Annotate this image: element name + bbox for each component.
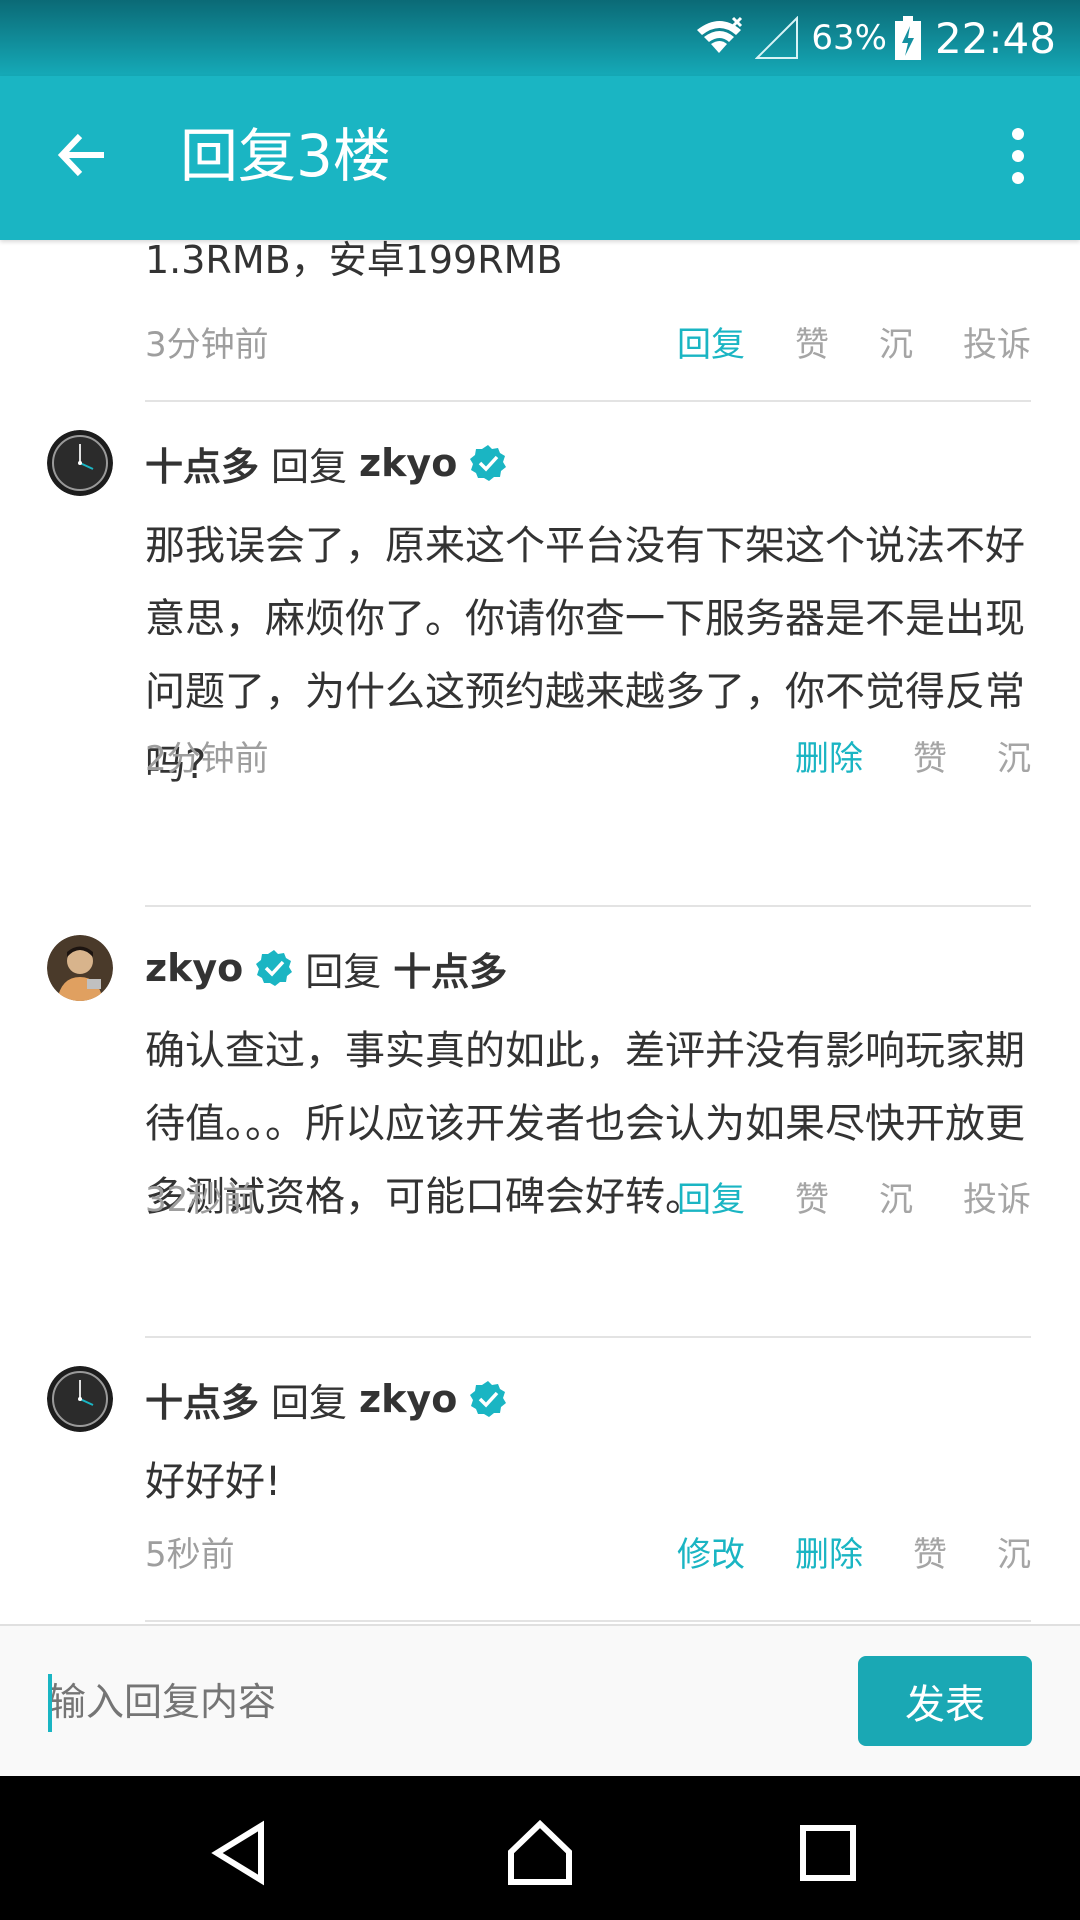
divider [145,400,1031,402]
system-nav-bar [0,1776,1080,1920]
comment-time: 3分钟前 [145,324,269,365]
sink-button[interactable]: 沉 [879,317,913,366]
app-bar: 回复3楼 [0,76,1080,240]
nav-recents-icon[interactable] [793,1818,863,1888]
verified-check-icon [470,1381,507,1417]
status-bar: 63% 22:48 [0,0,1080,76]
username[interactable]: zkyo [145,946,243,990]
reply-thread: 1.3RMB，安卓199RMB 3分钟前 回复 赞 沉 投诉 十点多 回复 zk… [0,240,1080,1624]
avatar[interactable] [47,935,113,1001]
comment-header: zkyo 回复 十点多 [145,935,507,1001]
verified-check-icon [470,445,507,481]
battery-charging-icon [894,16,921,60]
comment-time: 32秒前 [145,1179,257,1220]
signal-icon [755,16,799,59]
more-vert-icon[interactable] [1006,126,1030,186]
verified-check-icon [256,950,293,986]
text-cursor [48,1674,52,1732]
reply-button[interactable]: 回复 [677,317,745,366]
sink-button[interactable]: 沉 [879,1172,913,1221]
comment-meta: 5秒前 修改 删除 赞 沉 [145,1526,1031,1576]
divider [145,1620,1031,1622]
like-button[interactable]: 赞 [913,1527,947,1576]
like-button[interactable]: 赞 [913,731,947,780]
comment-body: 好好好! [145,1459,282,1505]
comment-meta: 32秒前 回复 赞 沉 投诉 [145,1171,1031,1221]
delete-button[interactable]: 删除 [795,731,863,780]
reply-label: 回复 [271,1380,348,1425]
edit-button[interactable]: 修改 [677,1527,745,1576]
clock: 22:48 [934,13,1056,63]
comment-time: 5秒前 [145,1534,235,1575]
username[interactable]: 十点多 [145,436,259,491]
avatar[interactable] [47,1366,113,1432]
nav-home-icon[interactable] [505,1818,575,1888]
page-title: 回复3楼 [180,122,391,190]
nav-back-icon[interactable] [205,1818,275,1888]
delete-button[interactable]: 删除 [795,1527,863,1576]
comment-meta: 2分钟前 删除 赞 沉 [145,730,1031,780]
report-button[interactable]: 投诉 [963,1172,1031,1221]
report-button[interactable]: 投诉 [963,317,1031,366]
reply-input[interactable] [48,1670,828,1736]
reply-button[interactable]: 回复 [677,1172,745,1221]
reply-input-bar: 发表 [0,1624,1080,1778]
photo-avatar-icon [47,935,113,1001]
avatar[interactable] [47,430,113,496]
comment-meta: 3分钟前 回复 赞 沉 投诉 [145,316,1031,366]
wifi-icon [697,16,743,53]
reply-target[interactable]: zkyo [359,1377,457,1421]
reply-label: 回复 [305,949,382,994]
username[interactable]: 十点多 [145,1372,259,1427]
divider [145,1336,1031,1338]
arrow-left-icon[interactable] [50,122,116,188]
reply-target[interactable]: zkyo [359,441,457,485]
send-button[interactable]: 发表 [858,1656,1032,1746]
comment-body-partial: 1.3RMB，安卓199RMB [145,240,563,282]
reply-target[interactable]: 十点多 [393,941,507,996]
battery-percent: 63% [811,18,887,58]
sink-button[interactable]: 沉 [997,1527,1031,1576]
divider [145,905,1031,907]
clock-avatar-icon [47,1366,113,1432]
comment-header: 十点多 回复 zkyo [145,430,507,496]
like-button[interactable]: 赞 [795,1172,829,1221]
sink-button[interactable]: 沉 [997,731,1031,780]
comment-time: 2分钟前 [145,738,269,779]
clock-avatar-icon [47,430,113,496]
like-button[interactable]: 赞 [795,317,829,366]
reply-label: 回复 [271,444,348,489]
comment-header: 十点多 回复 zkyo [145,1366,507,1432]
